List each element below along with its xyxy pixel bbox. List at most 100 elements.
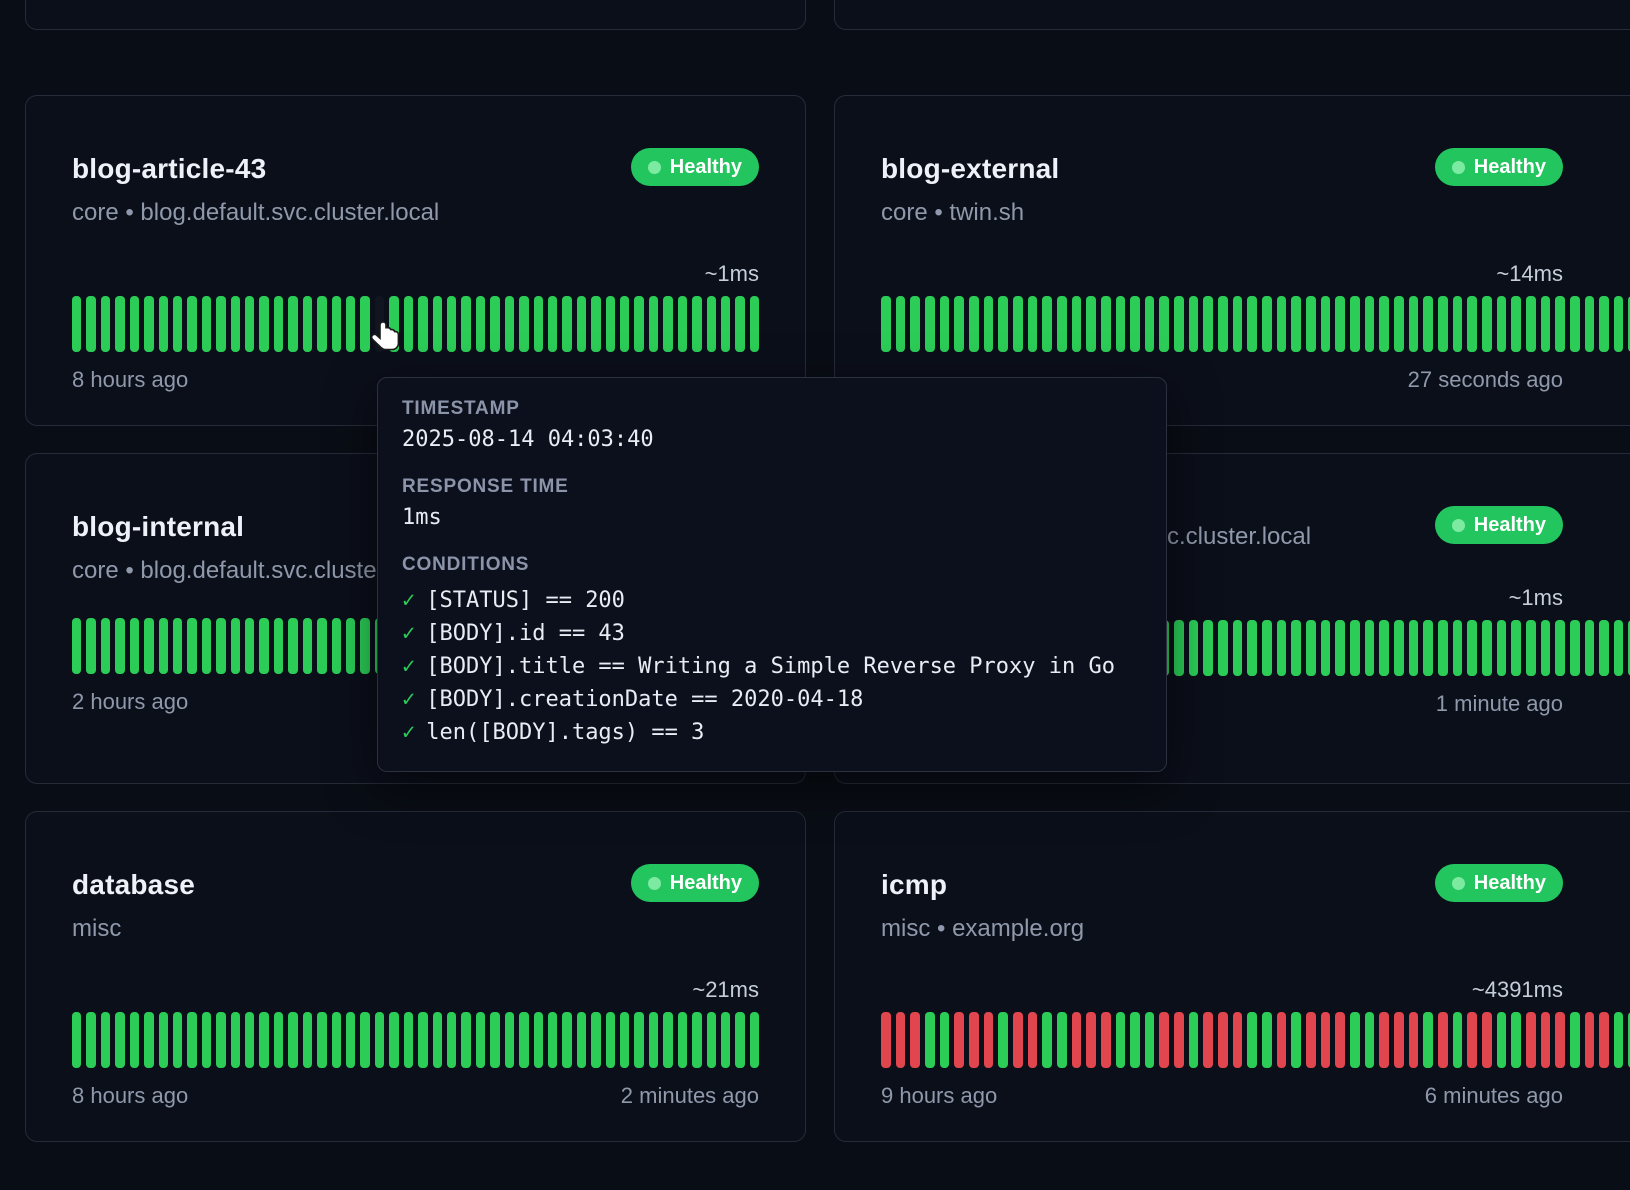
timeline-bar[interactable]	[259, 618, 268, 674]
timeline-bar[interactable]	[1614, 1012, 1624, 1068]
timeline-bar[interactable]	[1321, 1012, 1331, 1068]
timeline-bar[interactable]	[1599, 296, 1609, 352]
timeline-bar[interactable]	[1072, 296, 1082, 352]
timeline-bar[interactable]	[1423, 296, 1433, 352]
timeline-bar[interactable]	[86, 618, 95, 674]
timeline-bar[interactable]	[1350, 1012, 1360, 1068]
timeline-bar[interactable]	[562, 1012, 571, 1068]
timeline-bar[interactable]	[332, 1012, 341, 1068]
timeline-bar[interactable]	[954, 296, 964, 352]
timeline-bar[interactable]	[1218, 296, 1228, 352]
timeline-bar[interactable]	[1423, 620, 1433, 676]
timeline-bar[interactable]	[692, 1012, 701, 1068]
timeline-bar[interactable]	[130, 1012, 139, 1068]
timeline-bar[interactable]	[881, 1012, 891, 1068]
timeline-bar[interactable]	[1277, 1012, 1287, 1068]
timeline-bar[interactable]	[1585, 296, 1595, 352]
timeline-bar[interactable]	[1365, 296, 1375, 352]
timeline-bar[interactable]	[1467, 620, 1477, 676]
timeline-bar[interactable]	[1511, 620, 1521, 676]
timeline-bar[interactable]	[606, 296, 615, 352]
timeline-bar[interactable]	[433, 1012, 442, 1068]
timeline-bar[interactable]	[1218, 620, 1228, 676]
timeline-bar[interactable]	[1321, 620, 1331, 676]
timeline-bar[interactable]	[1482, 1012, 1492, 1068]
timeline-bar[interactable]	[634, 296, 643, 352]
timeline-bar[interactable]	[1541, 1012, 1551, 1068]
timeline-bar[interactable]	[1526, 1012, 1536, 1068]
timeline-bar[interactable]	[1116, 1012, 1126, 1068]
timeline-bar[interactable]	[1130, 296, 1140, 352]
timeline-bar[interactable]	[332, 618, 341, 674]
timeline-bar[interactable]	[1467, 296, 1477, 352]
uptime-timeline[interactable]	[881, 1012, 1630, 1068]
timeline-bar[interactable]	[101, 1012, 110, 1068]
timeline-bar[interactable]	[144, 296, 153, 352]
timeline-bar[interactable]	[1497, 1012, 1507, 1068]
timeline-bar[interactable]	[86, 1012, 95, 1068]
timeline-bar[interactable]	[101, 618, 110, 674]
timeline-bar[interactable]	[1174, 1012, 1184, 1068]
timeline-bar[interactable]	[1482, 296, 1492, 352]
timeline-bar[interactable]	[634, 1012, 643, 1068]
timeline-bar[interactable]	[1526, 296, 1536, 352]
timeline-bar[interactable]	[346, 618, 355, 674]
timeline-bar[interactable]	[1218, 1012, 1228, 1068]
timeline-bar[interactable]	[360, 618, 369, 674]
timeline-bar[interactable]	[1599, 1012, 1609, 1068]
uptime-timeline[interactable]	[72, 296, 759, 352]
timeline-bar[interactable]	[490, 1012, 499, 1068]
timeline-bar[interactable]	[173, 1012, 182, 1068]
timeline-bar[interactable]	[418, 296, 427, 352]
timeline-bar[interactable]	[1497, 620, 1507, 676]
timeline-bar[interactable]	[1247, 620, 1257, 676]
timeline-bar[interactable]	[1497, 296, 1507, 352]
service-card-database[interactable]: database misc Healthy ~21ms 8 hours ago …	[25, 811, 806, 1142]
timeline-bar[interactable]	[969, 296, 979, 352]
timeline-bar[interactable]	[187, 296, 196, 352]
timeline-bar[interactable]	[1335, 620, 1345, 676]
timeline-bar[interactable]	[144, 618, 153, 674]
timeline-bar[interactable]	[896, 1012, 906, 1068]
timeline-bar[interactable]	[1614, 620, 1624, 676]
timeline-bar[interactable]	[707, 296, 716, 352]
timeline-bar[interactable]	[216, 1012, 225, 1068]
timeline-bar[interactable]	[159, 1012, 168, 1068]
timeline-bar[interactable]	[1555, 620, 1565, 676]
timeline-bar[interactable]	[418, 1012, 427, 1068]
timeline-bar[interactable]	[130, 296, 139, 352]
timeline-bar[interactable]	[1189, 620, 1199, 676]
timeline-bar[interactable]	[925, 1012, 935, 1068]
timeline-bar[interactable]	[1453, 1012, 1463, 1068]
timeline-bar[interactable]	[1453, 620, 1463, 676]
timeline-bar[interactable]	[1306, 296, 1316, 352]
timeline-bar[interactable]	[1306, 620, 1316, 676]
timeline-bar[interactable]	[288, 296, 297, 352]
timeline-bar[interactable]	[620, 1012, 629, 1068]
timeline-bar[interactable]	[1291, 296, 1301, 352]
timeline-bar[interactable]	[750, 1012, 759, 1068]
timeline-bar[interactable]	[476, 296, 485, 352]
timeline-bar[interactable]	[274, 1012, 283, 1068]
timeline-bar[interactable]	[72, 618, 81, 674]
timeline-bar[interactable]	[1438, 620, 1448, 676]
partial-card-above-left[interactable]	[25, 0, 806, 30]
timeline-bar[interactable]	[1365, 1012, 1375, 1068]
timeline-bar[interactable]	[1057, 1012, 1067, 1068]
timeline-bar[interactable]	[1350, 296, 1360, 352]
timeline-bar[interactable]	[346, 1012, 355, 1068]
timeline-bar[interactable]	[505, 1012, 514, 1068]
timeline-bar[interactable]	[1203, 296, 1213, 352]
timeline-bar[interactable]	[375, 1012, 384, 1068]
timeline-bar[interactable]	[1086, 1012, 1096, 1068]
timeline-bar[interactable]	[721, 296, 730, 352]
timeline-bar[interactable]	[1174, 296, 1184, 352]
timeline-bar[interactable]	[360, 1012, 369, 1068]
timeline-bar[interactable]	[692, 296, 701, 352]
timeline-bar[interactable]	[433, 296, 442, 352]
timeline-bar[interactable]	[404, 296, 413, 352]
timeline-bar[interactable]	[1247, 1012, 1257, 1068]
timeline-bar[interactable]	[591, 1012, 600, 1068]
timeline-bar[interactable]	[1145, 296, 1155, 352]
timeline-bar[interactable]	[231, 618, 240, 674]
